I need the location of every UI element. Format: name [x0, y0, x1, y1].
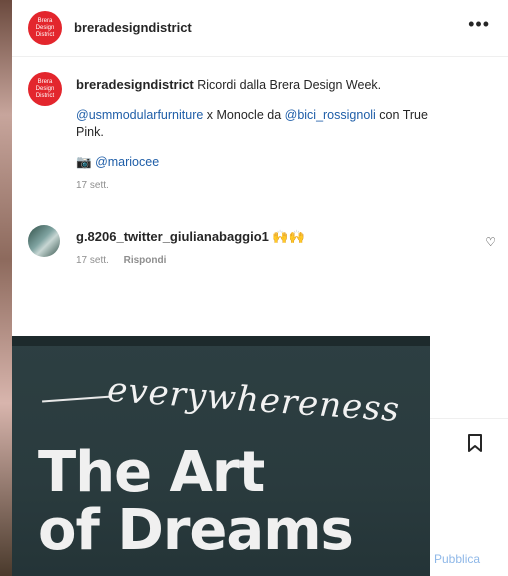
mention-usmmodularfurniture[interactable]: @usmmodularfurniture: [76, 108, 203, 122]
author-avatar[interactable]: Brera Design District: [28, 11, 62, 45]
raising-hands-emoji-icon: 🙌🙌: [272, 229, 305, 244]
photo-title-line-1: The Art: [38, 440, 265, 505]
comment-body: g.8206_twitter_giulianabaggio1 🙌🙌 17 set…: [76, 229, 305, 266]
overlay-photo: everywhereness The Art of Dreams: [12, 336, 430, 576]
photo-underline-stroke: [42, 395, 112, 403]
photo-frame-edge: [12, 336, 430, 346]
photo-title-line-2: of Dreams: [38, 498, 354, 563]
caption-author[interactable]: breradesigndistrict: [76, 77, 194, 92]
more-options-icon[interactable]: •••: [468, 14, 490, 35]
caption-body: breradesigndistrict Ricordi dalla Brera …: [76, 76, 456, 194]
commenter-avatar[interactable]: [28, 225, 60, 257]
camera-emoji-icon: 📷: [76, 155, 92, 169]
publish-button[interactable]: Pubblica: [434, 552, 480, 566]
caption-mid-text: x Monocle da: [203, 108, 285, 122]
comment-row: g.8206_twitter_giulianabaggio1 🙌🙌 17 set…: [28, 225, 498, 275]
mention-mariocee[interactable]: @mariocee: [95, 155, 159, 169]
mention-bici-rossignoli[interactable]: @bici_rossignoli: [285, 108, 376, 122]
caption-line-3: 📷 @mariocee: [76, 154, 456, 171]
post-header: Brera Design District breradesigndistric…: [12, 0, 508, 57]
comment-time[interactable]: 17 sett.: [76, 255, 109, 266]
caption-avatar[interactable]: Brera Design District: [28, 72, 62, 106]
commenter-username[interactable]: g.8206_twitter_giulianabaggio1: [76, 229, 269, 244]
caption-line-1: breradesigndistrict Ricordi dalla Brera …: [76, 76, 456, 94]
photo-title: The Art of Dreams: [38, 440, 354, 563]
reply-button[interactable]: Rispondi: [124, 255, 167, 266]
like-comment-heart-icon[interactable]: ♡: [485, 235, 496, 249]
comment-meta: 17 sett. Rispondi: [76, 255, 305, 266]
save-bookmark-icon[interactable]: [464, 432, 486, 454]
background-photo-strip: [0, 0, 12, 576]
caption-line-2: @usmmodularfurniture x Monocle da @bici_…: [76, 107, 456, 141]
caption-time[interactable]: 17 sett.: [76, 177, 456, 194]
photo-script-text: everywhereness: [105, 369, 402, 431]
author-username[interactable]: breradesigndistrict: [74, 20, 192, 35]
caption-text: Ricordi dalla Brera Design Week.: [197, 78, 382, 92]
